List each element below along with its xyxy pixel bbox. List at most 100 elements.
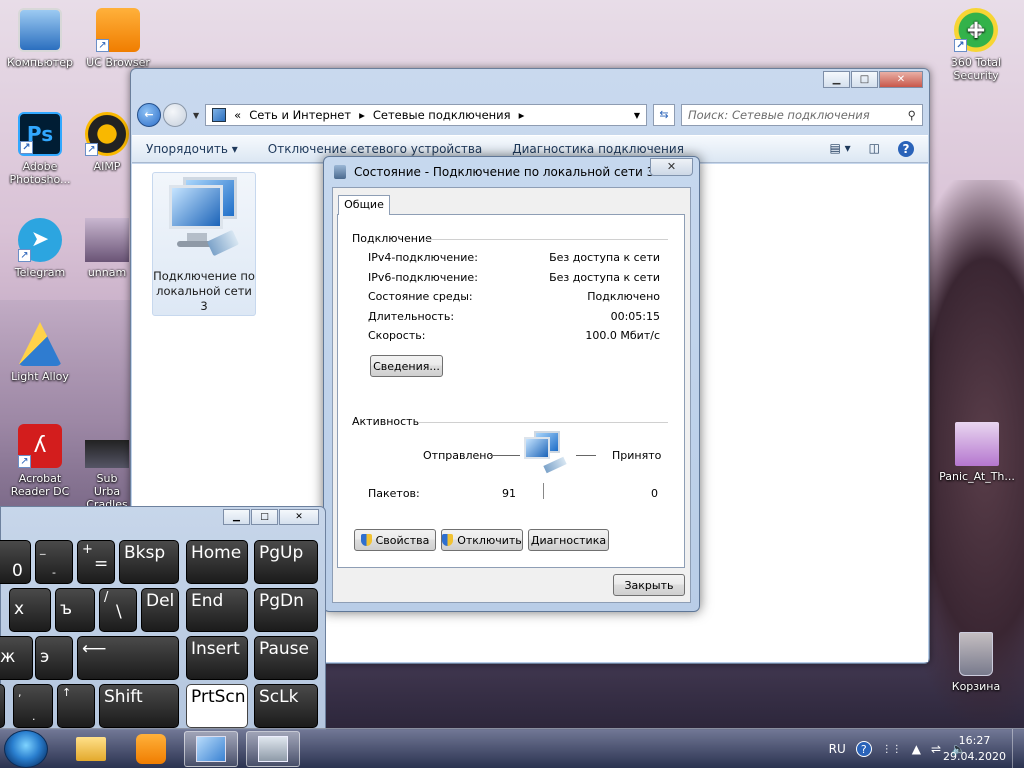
desktop-icon-aimp[interactable]: ↗ AIMP [84, 112, 130, 173]
key-minus[interactable]: _ - [35, 540, 73, 584]
key-pgdn[interactable]: PgDn [254, 588, 318, 632]
enter-icon: ⟵ [82, 639, 107, 659]
desktop-icon-recycle-bin[interactable]: Корзина [938, 632, 1014, 693]
show-hidden-icons[interactable]: ▲ [912, 742, 921, 756]
key-0[interactable]: 0 [0, 540, 31, 584]
light-alloy-icon [18, 322, 62, 366]
help-icon[interactable]: ? [855, 741, 872, 757]
properties-button-label: Свойства [375, 533, 430, 547]
key-kh[interactable]: х [9, 588, 51, 632]
key-insert[interactable]: Insert [186, 636, 248, 680]
search-input[interactable]: Поиск: Сетевые подключения ⚲ [681, 104, 923, 126]
disable-button[interactable]: Отключить [441, 529, 523, 551]
minimize-button[interactable]: ▁ [223, 509, 250, 525]
desktop-icon-sub-urban[interactable]: Sub Urba Cradles [84, 440, 130, 511]
key-shift-label: + [82, 542, 93, 557]
breadcrumb-network-internet[interactable]: Сеть и Интернет [249, 108, 351, 122]
key-end[interactable]: End [186, 588, 248, 632]
taskbar-on-screen-keyboard[interactable] [246, 731, 300, 767]
desktop-icon-unnamed[interactable]: unnam [84, 218, 130, 279]
close-dialog-button[interactable]: Закрыть [613, 574, 685, 596]
key-shift[interactable]: Shift [99, 684, 179, 728]
key-shift-label: , [18, 686, 22, 699]
refresh-button[interactable]: ⇆ [653, 104, 675, 126]
organize-menu[interactable]: Упорядочить ▾ [146, 142, 238, 156]
forward-button[interactable] [163, 103, 187, 127]
key-zh[interactable]: ж [0, 636, 33, 680]
maximize-button[interactable]: □ [851, 71, 878, 88]
desktop-icon-photoshop[interactable]: Ps ↗ Adobe Photosho... [2, 112, 78, 186]
address-dropdown-icon[interactable]: ▼ [634, 111, 640, 120]
key-hard-sign[interactable]: ъ [55, 588, 95, 632]
ipv4-row: IPv4-подключение: Без доступа к сети [368, 251, 660, 264]
key-backspace[interactable]: Bksp [119, 540, 179, 584]
key-label: = [94, 554, 109, 574]
details-button[interactable]: Сведения... [370, 355, 443, 377]
language-indicator[interactable]: RU [829, 742, 846, 756]
key-enter[interactable]: ⟵ [77, 636, 179, 680]
desktop-icon-acrobat[interactable]: ʎ ↗ Acrobat Reader DC [2, 424, 78, 498]
connection-item[interactable]: Подключение по локальной сети 3 [152, 172, 256, 316]
key-label: . [32, 710, 36, 723]
minimize-button[interactable]: ▁ [823, 71, 850, 88]
received-line [576, 455, 596, 456]
desktop-icon-label: Acrobat Reader DC [10, 472, 70, 498]
breadcrumb-overflow[interactable]: « [234, 108, 241, 122]
desktop-icon-uc-browser[interactable]: ↗ UC Browser [80, 8, 156, 69]
desktop-icon-label: unnam [87, 266, 127, 279]
properties-button[interactable]: Свойства [354, 529, 436, 551]
key-up-arrow[interactable]: ↑ [57, 684, 95, 728]
diagnose-connection-button[interactable]: Диагностика подключения [512, 142, 684, 156]
keyboard-settings-icon[interactable]: ⋮⋮ [882, 744, 902, 755]
key-pgup[interactable]: PgUp [254, 540, 318, 584]
network-tray-icon[interactable]: ⇌ [931, 742, 941, 756]
chevron-right-icon[interactable]: ▸ [519, 108, 525, 122]
search-icon[interactable]: ⚲ [908, 108, 916, 122]
disable-device-button[interactable]: Отключение сетевого устройства [268, 142, 482, 156]
key-e[interactable]: э [35, 636, 73, 680]
key-home[interactable]: Home [186, 540, 248, 584]
aimp-icon: ↗ [85, 112, 129, 156]
key-backslash[interactable]: / \ [99, 588, 137, 632]
close-button[interactable]: ✕ [879, 71, 923, 88]
key-scroll-lock[interactable]: ScLk [254, 684, 318, 728]
address-bar[interactable]: « Сеть и Интернет ▸ Сетевые подключения … [205, 104, 647, 126]
preview-pane-icon[interactable]: ◫ [869, 141, 880, 157]
clock[interactable]: 16:27 29.04.2020 [943, 733, 1006, 765]
key-pause[interactable]: Pause [254, 636, 318, 680]
network-plug-icon [334, 165, 346, 179]
network-folder-icon [212, 108, 227, 122]
breadcrumb-network-connections[interactable]: Сетевые подключения [373, 108, 511, 122]
taskbar-uc-browser[interactable] [124, 731, 178, 767]
tab-general[interactable]: Общие [338, 195, 390, 215]
key-equals[interactable]: + = [77, 540, 115, 584]
desktop-icon-light-alloy[interactable]: Light Alloy [2, 322, 78, 383]
chevron-right-icon[interactable]: ▸ [359, 108, 365, 122]
row-label: IPv6-подключение: [368, 271, 478, 284]
key-delete[interactable]: Del [141, 588, 179, 632]
start-button[interactable] [4, 730, 48, 768]
maximize-button[interactable]: □ [251, 509, 278, 525]
acrobat-icon: ʎ ↗ [18, 424, 62, 468]
recent-pages-icon[interactable]: ▼ [193, 111, 199, 120]
desktop-icon-360-security[interactable]: + ↗ 360 Total Security [938, 8, 1014, 82]
desktop-icon-label: Telegram [14, 266, 66, 279]
taskbar-explorer[interactable] [64, 731, 118, 767]
key-period[interactable]: ,. [13, 684, 53, 728]
key-partial[interactable] [0, 684, 5, 728]
row-label: Состояние среды: [368, 290, 473, 303]
help-icon[interactable]: ? [898, 141, 914, 157]
desktop-icon-computer[interactable]: Компьютер [2, 8, 78, 69]
view-options-icon[interactable]: ▤ ▾ [829, 141, 850, 157]
key-printscreen[interactable]: PrtScn [186, 684, 248, 728]
360-security-icon: + ↗ [954, 8, 998, 52]
back-button[interactable]: ← [137, 103, 161, 127]
dialog-close-button[interactable]: ✕ [650, 158, 693, 176]
desktop-icon-panic-at-the[interactable]: Panic_At_Th... [934, 422, 1020, 483]
uac-shield-icon [360, 534, 372, 546]
show-desktop-button[interactable] [1012, 729, 1024, 768]
taskbar-network-connections[interactable] [184, 731, 238, 767]
diagnose-button[interactable]: Диагностика [528, 529, 609, 551]
desktop-icon-telegram[interactable]: ➤ ↗ Telegram [2, 218, 78, 279]
close-button[interactable]: ✕ [279, 509, 319, 525]
